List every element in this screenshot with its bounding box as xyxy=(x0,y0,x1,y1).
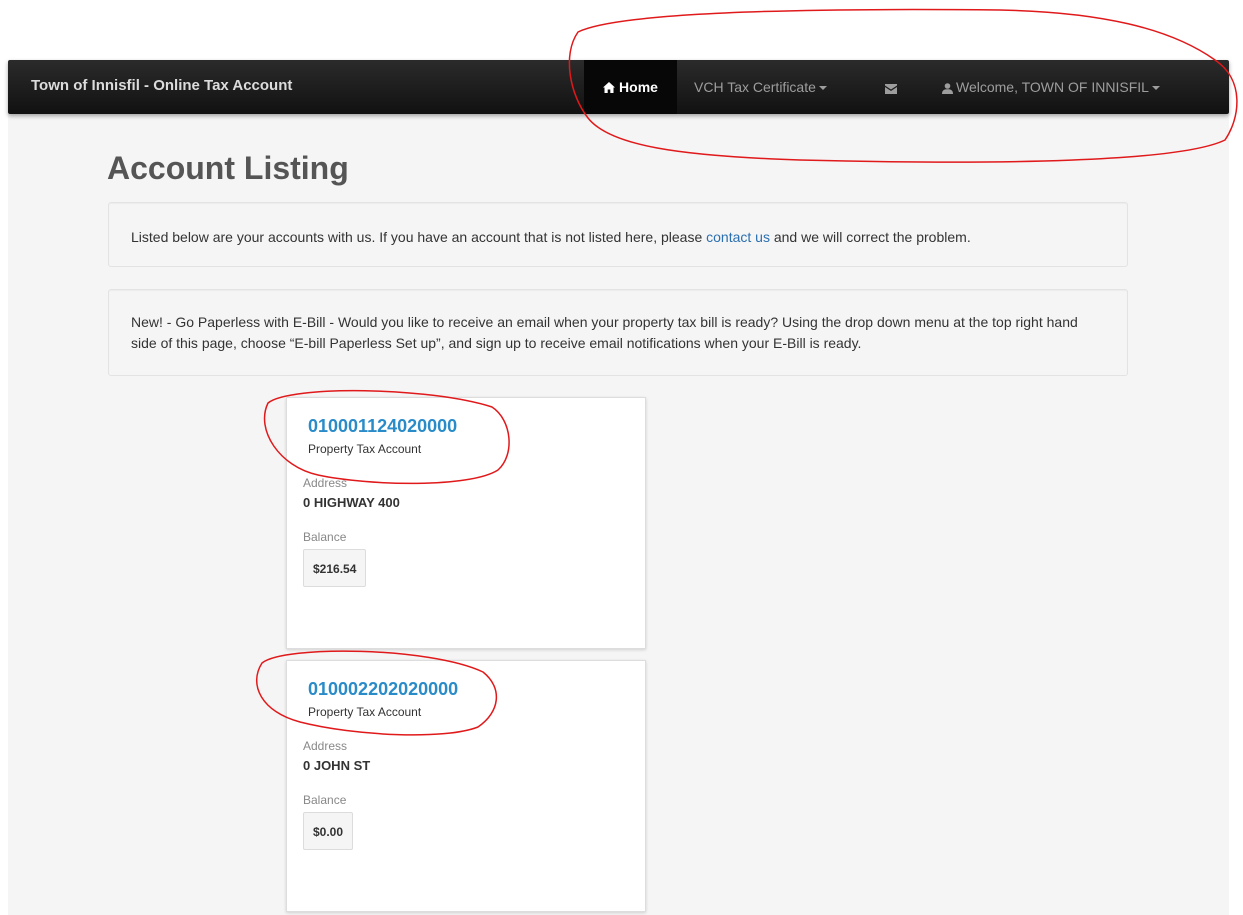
account-number-link[interactable]: 010001124020000 xyxy=(308,416,457,437)
notice-text-before: Listed below are your accounts with us. … xyxy=(131,229,707,245)
user-icon xyxy=(942,83,953,94)
caret-down-icon xyxy=(818,86,827,91)
address-label: Address xyxy=(303,739,348,753)
nav-vch-tax-certificate-dropdown[interactable]: VCH Tax Certificate xyxy=(694,60,827,114)
account-number-link[interactable]: 010002202020000 xyxy=(308,679,458,700)
account-card: 010002202020000 Property Tax Account Add… xyxy=(286,660,646,912)
ebill-notice: New! - Go Paperless with E-Bill - Would … xyxy=(108,289,1128,376)
ebill-notice-text: New! - Go Paperless with E-Bill - Would … xyxy=(131,314,1078,351)
nav-home-label: Home xyxy=(619,79,658,95)
contact-us-link[interactable]: contact us xyxy=(706,229,770,245)
accounts-notice: Listed below are your accounts with us. … xyxy=(108,202,1128,267)
balance-value: $216.54 xyxy=(303,549,367,587)
notice-text-after: and we will correct the problem. xyxy=(769,229,971,245)
account-type: Property Tax Account xyxy=(308,442,422,456)
account-type: Property Tax Account xyxy=(308,705,422,719)
nav-welcome-label: Welcome, TOWN OF INNISFIL xyxy=(956,79,1149,95)
address-value: 0 HIGHWAY 400 xyxy=(303,495,400,510)
balance-label: Balance xyxy=(303,793,347,807)
home-icon xyxy=(603,82,616,93)
nav-user-menu-dropdown[interactable]: Welcome, TOWN OF INNISFIL xyxy=(942,60,1160,114)
address-label: Address xyxy=(303,476,348,490)
balance-value: $0.00 xyxy=(303,812,354,850)
address-value: 0 JOHN ST xyxy=(303,758,371,773)
envelope-icon xyxy=(885,84,897,94)
balance-label: Balance xyxy=(303,530,347,544)
nav-vch-label: VCH Tax Certificate xyxy=(694,79,816,95)
brand-link[interactable]: Town of Innisfil - Online Tax Account xyxy=(31,77,292,94)
nav-home[interactable]: Home xyxy=(584,60,677,114)
page-title: Account Listing xyxy=(107,150,349,186)
nav-messages[interactable] xyxy=(885,60,897,114)
account-card: 010001124020000 Property Tax Account Add… xyxy=(286,397,646,649)
caret-down-icon xyxy=(1151,86,1160,91)
top-navbar: Town of Innisfil - Online Tax Account Ho… xyxy=(8,60,1229,114)
